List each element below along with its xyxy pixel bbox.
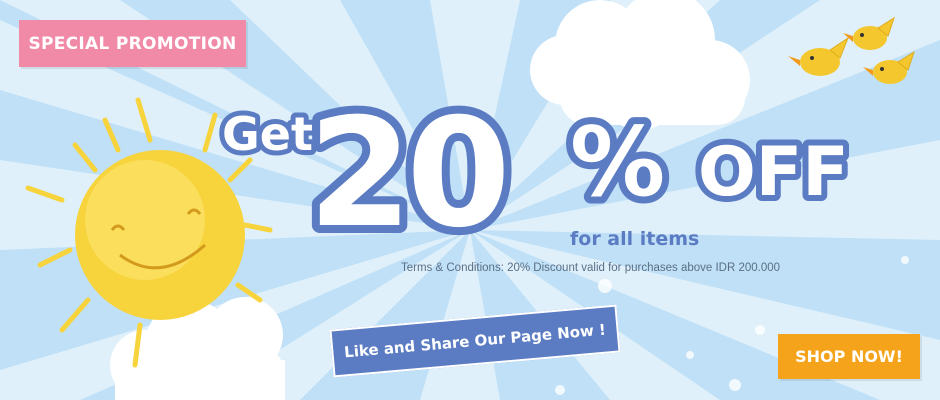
shop-now-button[interactable]: SHOP NOW! [778,334,920,379]
promo-banner[interactable]: SPECIAL PROMOTION Get 20 % OFF for all i… [0,0,940,400]
headline-subtitle: for all items [570,228,699,250]
headline-amount: 20 [308,87,505,261]
headline-percent: % [570,108,665,218]
headline-get: Get [222,107,313,161]
terms-and-conditions: Terms & Conditions: 20% Discount valid f… [401,262,781,274]
headline-off: OFF [698,133,849,212]
